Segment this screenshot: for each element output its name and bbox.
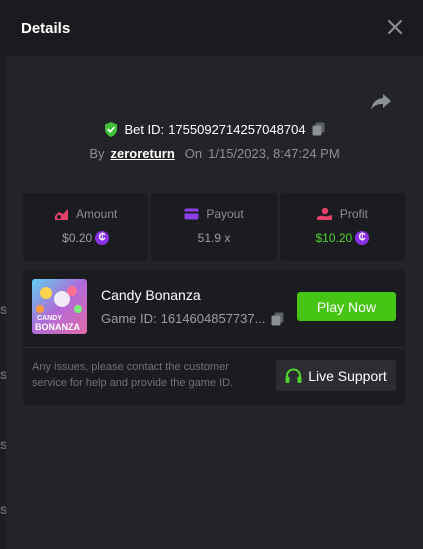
money-bag-icon [54,208,68,220]
share-icon[interactable] [370,92,392,112]
close-icon[interactable] [386,18,404,36]
modal-title: Details [21,20,71,37]
game-id-value: 1614604857737... [160,311,266,326]
live-support-label: Live Support [308,367,387,384]
bet-stats: Amount $0.20 ₵ Payout 51.9 x Profit $10.… [23,193,405,261]
bet-id-value: 1755092714257048704 [168,121,306,137]
amount-value: $0.20 [62,231,93,245]
game-thumbnail[interactable]: CANDY BONANZA [32,279,87,334]
stat-payout: Payout 51.9 x [151,193,277,261]
payout-label: Payout [206,207,244,221]
modal-header: Details [0,0,423,56]
game-card: CANDY BONANZA Candy Bonanza Game ID: 161… [23,270,405,405]
wallet-icon [184,208,199,220]
headset-icon [285,367,302,383]
divider [23,347,405,348]
stat-amount: Amount $0.20 ₵ [23,193,149,261]
live-support-button[interactable]: Live Support [276,360,396,391]
by-label: By [89,145,105,161]
play-now-button[interactable]: Play Now [297,292,396,321]
amount-label: Amount [75,207,118,221]
copy-bet-id-icon[interactable] [312,122,325,136]
profit-hand-icon [316,207,332,220]
details-modal: Details Bet ID: 1755092714257048704 By z… [0,0,423,549]
support-text: Any issues, please contact the customer … [32,361,234,389]
stat-profit: Profit $10.20 ₵ [279,193,405,261]
payout-value: 51.9 x [197,231,231,245]
game-id-label: Game ID: [101,311,157,326]
profit-label: Profit [339,207,368,221]
bet-id-row: Bet ID: 1755092714257048704 [6,120,423,138]
game-name[interactable]: Candy Bonanza [101,287,201,303]
thumb-title-line-2: BONANZA [35,322,80,332]
thumb-title-line-1: CANDY [37,315,62,322]
on-label: On [184,145,203,161]
bet-id-label: Bet ID: [124,121,165,137]
coin-icon: ₵ [355,231,370,245]
coin-icon: ₵ [95,231,110,245]
profit-value: $10.20 [315,231,353,245]
verified-shield-icon [105,121,118,137]
bet-timestamp: 1/15/2023, 8:47:24 PM [208,145,340,161]
copy-game-id-icon[interactable] [271,312,284,326]
bet-meta-row: By zeroreturn On 1/15/2023, 8:47:24 PM [6,144,423,162]
game-id-row: Game ID: 1614604857737... [101,311,284,326]
username-link[interactable]: zeroreturn [110,146,174,161]
